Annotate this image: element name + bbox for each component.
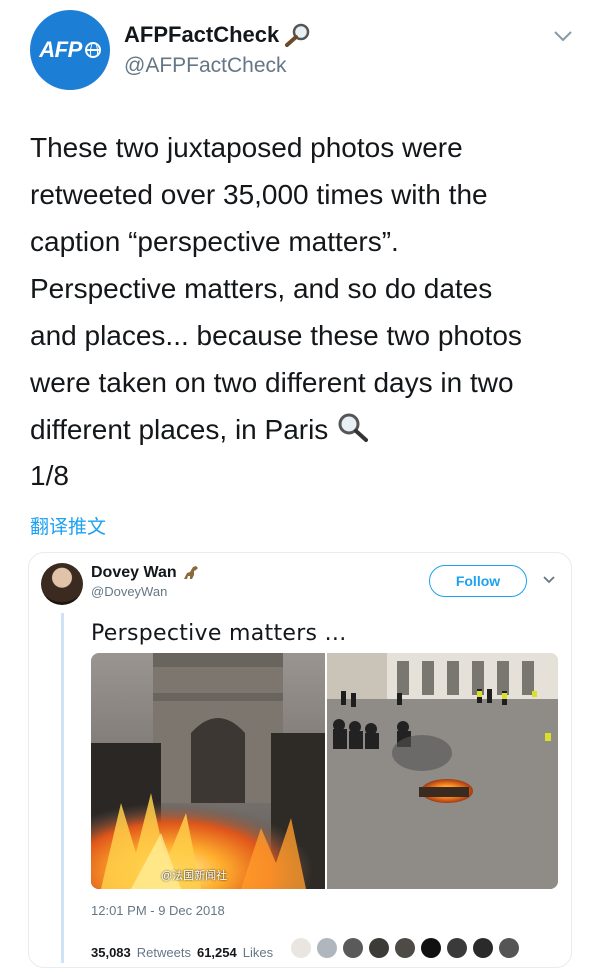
avatar[interactable] — [41, 563, 83, 605]
liker-avatars — [291, 938, 519, 958]
afp-logo-text: AFP — [39, 37, 82, 62]
author-name-text: AFPFactCheck — [124, 22, 280, 47]
quoted-timestamp[interactable]: 12:01 PM - 9 Dec 2018 — [91, 903, 225, 918]
translate-tweet-link[interactable]: 翻译推文 — [30, 512, 106, 539]
quoted-display-name[interactable]: Dovey Wan — [91, 563, 201, 583]
chevron-down-icon[interactable] — [552, 28, 574, 44]
tweet-body-text: These two juxtaposed photos were retweet… — [30, 132, 522, 445]
magnifying-glass-icon — [285, 23, 310, 47]
chevron-down-icon[interactable] — [542, 575, 556, 585]
quoted-name-text: Dovey Wan — [91, 564, 177, 581]
quoted-tweet-text: Perspective matters ... — [91, 621, 347, 646]
afp-avatar[interactable]: AFP — [30, 10, 110, 90]
thread-line — [61, 613, 64, 963]
tweet-header: AFP AFPFactCheck @AFPFactCheck — [0, 0, 600, 110]
arc-de-triomphe-fire-photo[interactable]: @法国新闻社 — [91, 653, 325, 889]
avatar[interactable] — [317, 938, 337, 958]
dinosaur-emoji-icon — [183, 566, 198, 579]
likes-count: 61,254 — [196, 945, 237, 960]
quoted-tweet-card[interactable]: Dovey Wan @DoveyWan Follow Perspective m… — [28, 552, 572, 968]
thread-count: 1/8 — [30, 460, 69, 491]
avatar[interactable] — [369, 938, 389, 958]
retweets-label[interactable]: Retweets — [137, 945, 191, 960]
avatar[interactable] — [473, 938, 493, 958]
retweets-count: 35,083 — [91, 945, 131, 960]
likes-label[interactable]: Likes — [243, 945, 273, 960]
afp-logo: AFP — [39, 37, 101, 63]
paris-street-fire-photo[interactable] — [327, 653, 558, 889]
globe-icon — [84, 42, 101, 58]
avatar[interactable] — [421, 938, 441, 958]
engagement-stats: 35,083 Retweets 61,254 Likes — [91, 945, 273, 960]
tweet-body: These two juxtaposed photos were retweet… — [30, 124, 575, 453]
avatar[interactable] — [447, 938, 467, 958]
avatar[interactable] — [343, 938, 363, 958]
author-handle[interactable]: @AFPFactCheck — [124, 54, 287, 78]
quoted-handle[interactable]: @DoveyWan — [91, 584, 167, 599]
follow-button[interactable]: Follow — [429, 565, 527, 597]
magnifying-glass-icon — [338, 413, 369, 442]
author-display-name[interactable]: AFPFactCheck — [124, 22, 313, 48]
photo-watermark: @法国新闻社 — [161, 870, 228, 882]
avatar[interactable] — [291, 938, 311, 958]
avatar[interactable] — [395, 938, 415, 958]
avatar[interactable] — [499, 938, 519, 958]
